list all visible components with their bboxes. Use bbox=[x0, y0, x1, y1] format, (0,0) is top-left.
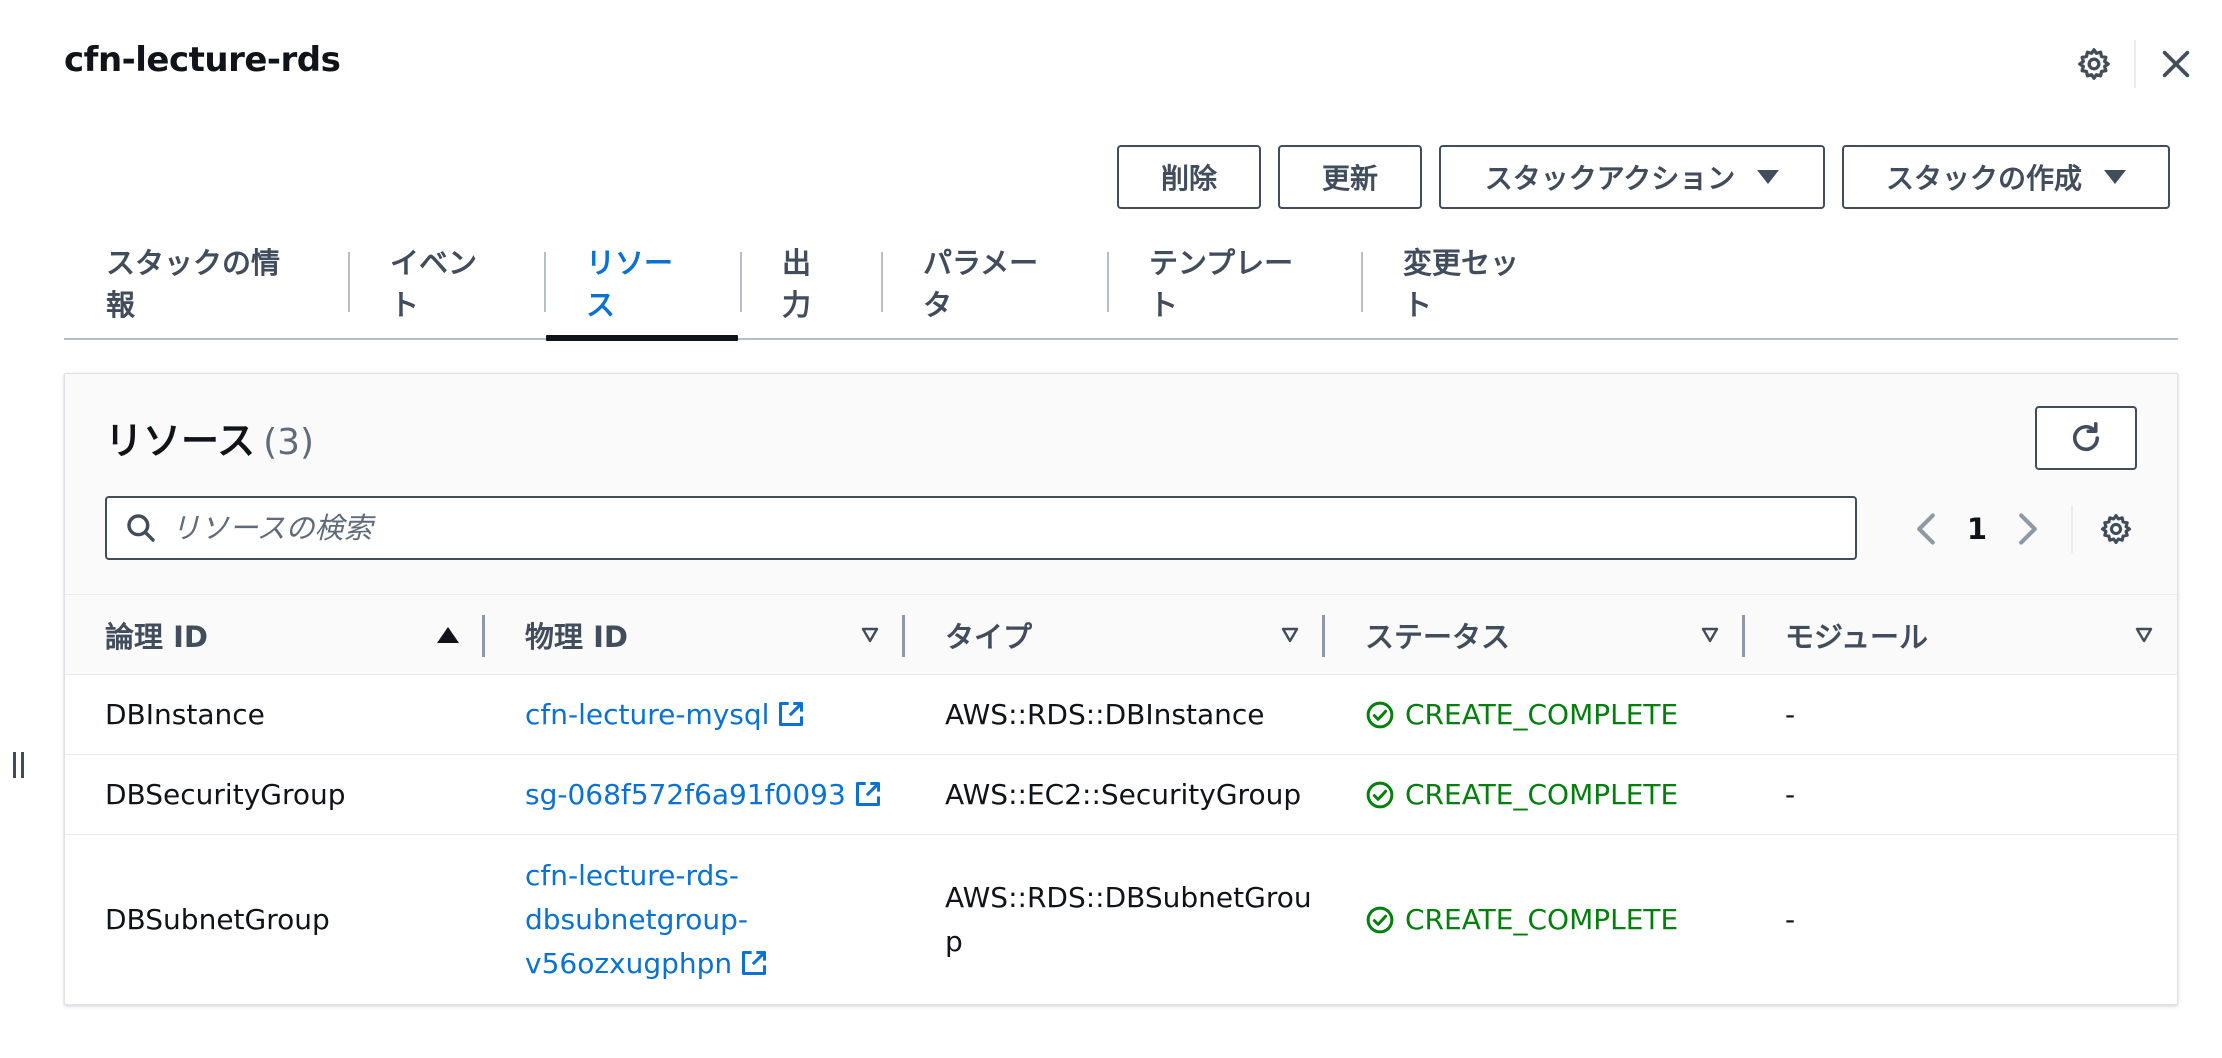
update-button[interactable]: 更新 bbox=[1278, 145, 1422, 209]
external-link-icon[interactable] bbox=[777, 700, 805, 728]
status-cell: CREATE_COMPLETE bbox=[1325, 835, 1745, 1005]
type-line: p bbox=[945, 924, 963, 958]
column-label: 論理 ID bbox=[105, 619, 208, 654]
external-link-icon[interactable] bbox=[740, 949, 768, 977]
physical-id-link[interactable]: cfn-lecture-mysql bbox=[525, 698, 769, 731]
table-row: DBSubnetGroup cfn-lecture-rds-dbsubnetgr… bbox=[65, 835, 2177, 1005]
tab-parameters[interactable]: パラメータ bbox=[881, 246, 1107, 322]
divider bbox=[2071, 505, 2073, 553]
pagination: 1 bbox=[1899, 504, 2143, 554]
module-cell: - bbox=[1785, 902, 1796, 936]
sort-icon bbox=[861, 627, 879, 642]
physical-id-cell: sg-068f572f6a91f0093 bbox=[485, 754, 905, 835]
module-cell: - bbox=[1745, 674, 2177, 755]
status-cell: CREATE_COMPLETE bbox=[1325, 674, 1745, 755]
sort-ascending-icon bbox=[437, 626, 459, 643]
stack-tabs: スタックの情報 イベント リソース 出力 パラメータ テンプレート 変更セット bbox=[64, 246, 2178, 341]
chevron-left-icon[interactable] bbox=[1899, 505, 1953, 553]
sort-icon bbox=[2135, 627, 2153, 642]
settings-icon[interactable] bbox=[2089, 505, 2143, 553]
type-cell: AWS::RDS::DBInstance bbox=[905, 674, 1325, 755]
caret-down-icon bbox=[1757, 170, 1780, 184]
status-text: CREATE_COMPLETE bbox=[1405, 697, 1679, 731]
refresh-button[interactable] bbox=[2035, 406, 2137, 470]
resources-table: 論理 ID 物理 ID タイプ ステータス モジュール DBInstance c… bbox=[65, 594, 2177, 1005]
physical-id-line: cfn-lecture-rds- bbox=[525, 858, 739, 892]
tab-stack-info[interactable]: スタックの情報 bbox=[64, 246, 348, 322]
physical-id-line: v56ozxugphpn bbox=[525, 946, 733, 980]
delete-button[interactable]: 削除 bbox=[1117, 145, 1261, 209]
panel-header: リソース(3) 1 bbox=[65, 374, 2177, 594]
status-success-icon bbox=[1366, 701, 1394, 728]
tab-events[interactable]: イベント bbox=[348, 246, 544, 322]
chevron-right-icon[interactable] bbox=[2001, 505, 2055, 553]
page-number[interactable]: 1 bbox=[1953, 512, 2001, 546]
physical-id-link[interactable]: sg-068f572f6a91f0093 bbox=[525, 778, 846, 811]
physical-id-cell: cfn-lecture-mysql bbox=[485, 674, 905, 755]
page-title: cfn-lecture-rds bbox=[64, 40, 341, 80]
tab-change-sets[interactable]: 変更セット bbox=[1361, 246, 1591, 322]
update-button-label: 更新 bbox=[1321, 162, 1378, 195]
type-line: AWS::RDS::DBSubnetGrou bbox=[945, 880, 1312, 914]
column-header-status[interactable]: ステータス bbox=[1325, 594, 1745, 675]
search-input[interactable] bbox=[171, 511, 1671, 545]
column-label: タイプ bbox=[945, 619, 1033, 654]
search-field bbox=[105, 496, 1857, 560]
logical-id-cell: DBSecurityGroup bbox=[65, 754, 485, 835]
stack-actions-bar: 削除 更新 スタックアクション スタックの作成 bbox=[1117, 145, 2170, 209]
column-label: 物理 ID bbox=[525, 619, 628, 654]
table-row: DBInstance cfn-lecture-mysql AWS::RDS::D… bbox=[65, 674, 2177, 755]
stack-actions-label: スタックアクション bbox=[1484, 162, 1736, 195]
create-stack-dropdown[interactable]: スタックの作成 bbox=[1842, 145, 2170, 209]
table-row: DBSecurityGroup sg-068f572f6a91f0093 AWS… bbox=[65, 754, 2177, 835]
column-header-physical-id[interactable]: 物理 ID bbox=[485, 594, 905, 675]
status-cell: CREATE_COMPLETE bbox=[1325, 754, 1745, 835]
type-cell: AWS::RDS::DBSubnetGroup bbox=[905, 835, 1325, 1005]
column-label: モジュール bbox=[1785, 619, 1928, 654]
sort-icon bbox=[1701, 627, 1719, 642]
physical-id-link[interactable]: cfn-lecture-rds-dbsubnetgroup-v56ozxugph… bbox=[525, 859, 748, 980]
status-success-icon bbox=[1366, 781, 1394, 808]
status-text: CREATE_COMPLETE bbox=[1405, 777, 1679, 811]
top-toolbar bbox=[2072, 40, 2198, 88]
divider bbox=[2134, 40, 2136, 88]
tab-resources[interactable]: リソース bbox=[544, 246, 740, 341]
caret-down-icon bbox=[2104, 170, 2126, 184]
resources-panel: リソース(3) 1 bbox=[64, 373, 2178, 1005]
module-cell: - bbox=[1745, 754, 2177, 835]
settings-icon[interactable] bbox=[2072, 42, 2116, 86]
column-label: ステータス bbox=[1365, 619, 1511, 654]
refresh-icon bbox=[2072, 421, 2100, 452]
resources-heading: リソース bbox=[105, 419, 256, 463]
tab-outputs[interactable]: 出力 bbox=[740, 246, 881, 322]
stack-actions-dropdown[interactable]: スタックアクション bbox=[1439, 145, 1825, 209]
column-header-logical-id[interactable]: 論理 ID bbox=[65, 594, 485, 675]
panel-title: リソース (3) bbox=[105, 410, 314, 465]
column-header-module[interactable]: モジュール bbox=[1745, 594, 2177, 675]
tab-template[interactable]: テンプレート bbox=[1107, 246, 1361, 322]
external-link-icon[interactable] bbox=[854, 780, 882, 808]
create-stack-label: スタックの作成 bbox=[1885, 162, 2082, 195]
close-icon[interactable] bbox=[2154, 42, 2198, 86]
logical-id-cell: DBInstance bbox=[65, 674, 485, 755]
status-text: CREATE_COMPLETE bbox=[1405, 902, 1679, 936]
sort-icon bbox=[1281, 627, 1299, 642]
resources-count: (3) bbox=[263, 422, 315, 463]
type-cell: AWS::EC2::SecurityGroup bbox=[905, 754, 1325, 835]
search-icon bbox=[127, 514, 155, 542]
physical-id-cell: cfn-lecture-rds-dbsubnetgroup-v56ozxugph… bbox=[485, 835, 905, 1005]
logical-id-cell: DBSubnetGroup bbox=[105, 902, 330, 936]
column-header-type[interactable]: タイプ bbox=[905, 594, 1325, 675]
status-success-icon bbox=[1366, 906, 1394, 934]
physical-id-line: dbsubnetgroup- bbox=[525, 902, 749, 936]
drag-handle-icon[interactable] bbox=[13, 752, 24, 778]
